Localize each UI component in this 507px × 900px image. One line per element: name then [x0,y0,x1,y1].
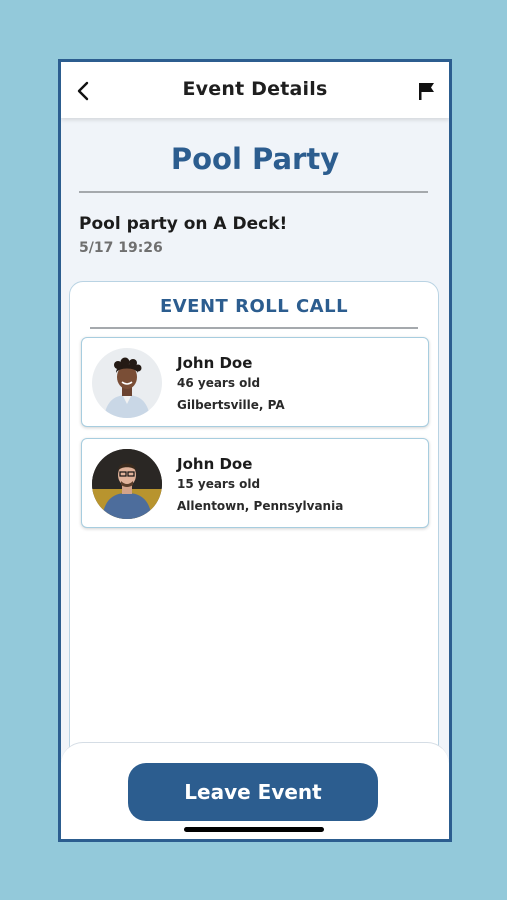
person-location: Gilbertsville, PA [177,398,285,412]
event-title: Pool Party [170,142,340,176]
person-name: John Doe [177,354,253,372]
title-divider [79,191,428,193]
person-photo-icon [92,449,162,519]
home-indicator [184,827,324,832]
event-datetime: 5/17 19:26 [79,240,163,256]
page-title: Event Details [182,78,328,100]
avatar [92,449,162,519]
flag-icon[interactable] [417,81,437,101]
roll-call-title: EVENT ROLL CALL [159,296,349,317]
leave-event-button[interactable]: Leave Event [128,763,378,821]
person-photo-icon [92,348,162,418]
avatar [92,348,162,418]
person-age: 46 years old [177,376,261,390]
event-description: Pool party on A Deck! [79,214,288,234]
person-location: Allentown, Pennsylvania [177,499,344,513]
roll-call-divider [90,327,418,329]
person-card[interactable]: John Doe 46 years old Gilbertsville, PA [81,337,429,427]
person-card[interactable]: John Doe 15 years old Allentown, Pennsyl… [81,438,429,528]
footer-bar: Leave Event [61,742,449,839]
phone-screen: Event Details Pool Party Pool party on A… [58,59,452,842]
person-name: John Doe [177,455,253,473]
app-header: Event Details [61,62,449,118]
roll-call-panel: EVENT ROLL CALL John Doe 46 years old Gi… [69,281,439,801]
person-age: 15 years old [177,477,261,491]
